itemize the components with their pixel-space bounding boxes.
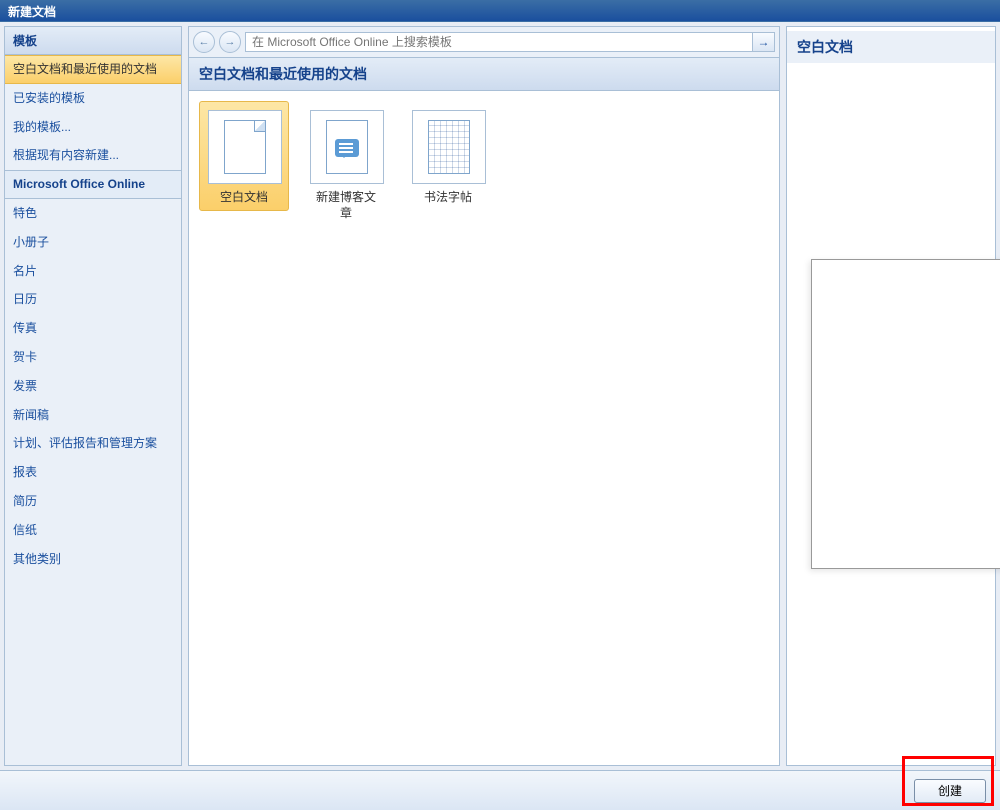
blank-doc-icon: [224, 120, 266, 174]
nav-back-button[interactable]: ←: [193, 31, 215, 53]
sidebar-item[interactable]: 发票: [5, 372, 181, 401]
speech-bubble-icon: [335, 139, 359, 157]
main-area: 模板 空白文档和最近使用的文档已安装的模板我的模板...根据现有内容新建...M…: [0, 22, 1000, 770]
search-wrap: →: [245, 32, 775, 52]
sidebar-item[interactable]: 报表: [5, 458, 181, 487]
sidebar-item[interactable]: 空白文档和最近使用的文档: [5, 55, 181, 84]
sidebar-item[interactable]: 小册子: [5, 228, 181, 257]
sidebar-item[interactable]: 日历: [5, 285, 181, 314]
toolbar: ← → →: [189, 27, 779, 58]
sidebar-item[interactable]: 简历: [5, 487, 181, 516]
template-thumb-wrap: 书法字帖: [403, 101, 493, 211]
sidebar-section-header: Microsoft Office Online: [5, 170, 181, 199]
sidebar-item[interactable]: 我的模板...: [5, 113, 181, 142]
center-panel: ← → → 空白文档和最近使用的文档 空白文档 新建博客文章 书法字帖: [188, 26, 780, 766]
blog-icon: [326, 120, 368, 174]
preview-body: [787, 63, 995, 765]
content-header: 空白文档和最近使用的文档: [189, 58, 779, 91]
template-thumb-wrap: 空白文档: [199, 101, 289, 211]
sidebar-item[interactable]: 根据现有内容新建...: [5, 141, 181, 170]
sidebar-list: 空白文档和最近使用的文档已安装的模板我的模板...根据现有内容新建...Micr…: [5, 55, 181, 765]
create-button[interactable]: 创建: [914, 779, 986, 803]
template-label: 空白文档: [208, 190, 280, 206]
template-grid: 空白文档 新建博客文章 书法字帖: [189, 91, 779, 236]
sidebar-item[interactable]: 已安装的模板: [5, 84, 181, 113]
preview-title: 空白文档: [787, 31, 995, 63]
sidebar-item[interactable]: 其他类别: [5, 545, 181, 574]
template-thumb-wrap: 新建博客文章: [301, 101, 391, 226]
title-bar: 新建文档: [0, 0, 1000, 22]
template-label: 书法字帖: [412, 190, 484, 206]
calligraphy-icon: [412, 110, 486, 184]
sidebar: 模板 空白文档和最近使用的文档已安装的模板我的模板...根据现有内容新建...M…: [4, 26, 182, 766]
template-label: 新建博客文章: [310, 190, 382, 221]
footer: 创建: [0, 770, 1000, 810]
template-item[interactable]: 新建博客文章: [301, 101, 391, 226]
blog-icon: [310, 110, 384, 184]
sidebar-item[interactable]: 贺卡: [5, 343, 181, 372]
search-input[interactable]: [245, 32, 753, 52]
sidebar-item[interactable]: 名片: [5, 257, 181, 286]
sidebar-item[interactable]: 新闻稿: [5, 401, 181, 430]
search-go-button[interactable]: →: [753, 32, 775, 52]
template-item[interactable]: 书法字帖: [403, 101, 493, 211]
sidebar-header: 模板: [5, 27, 181, 55]
template-item[interactable]: 空白文档: [199, 101, 289, 211]
sidebar-item[interactable]: 信纸: [5, 516, 181, 545]
sidebar-item[interactable]: 传真: [5, 314, 181, 343]
preview-panel: 空白文档: [786, 26, 996, 766]
calligraphy-grid-icon: [428, 120, 470, 174]
nav-forward-button[interactable]: →: [219, 31, 241, 53]
sidebar-item[interactable]: 计划、评估报告和管理方案: [5, 429, 181, 458]
preview-page-thumbnail: [811, 259, 1000, 569]
window-title: 新建文档: [8, 5, 56, 19]
blank-icon: [208, 110, 282, 184]
sidebar-item[interactable]: 特色: [5, 199, 181, 228]
